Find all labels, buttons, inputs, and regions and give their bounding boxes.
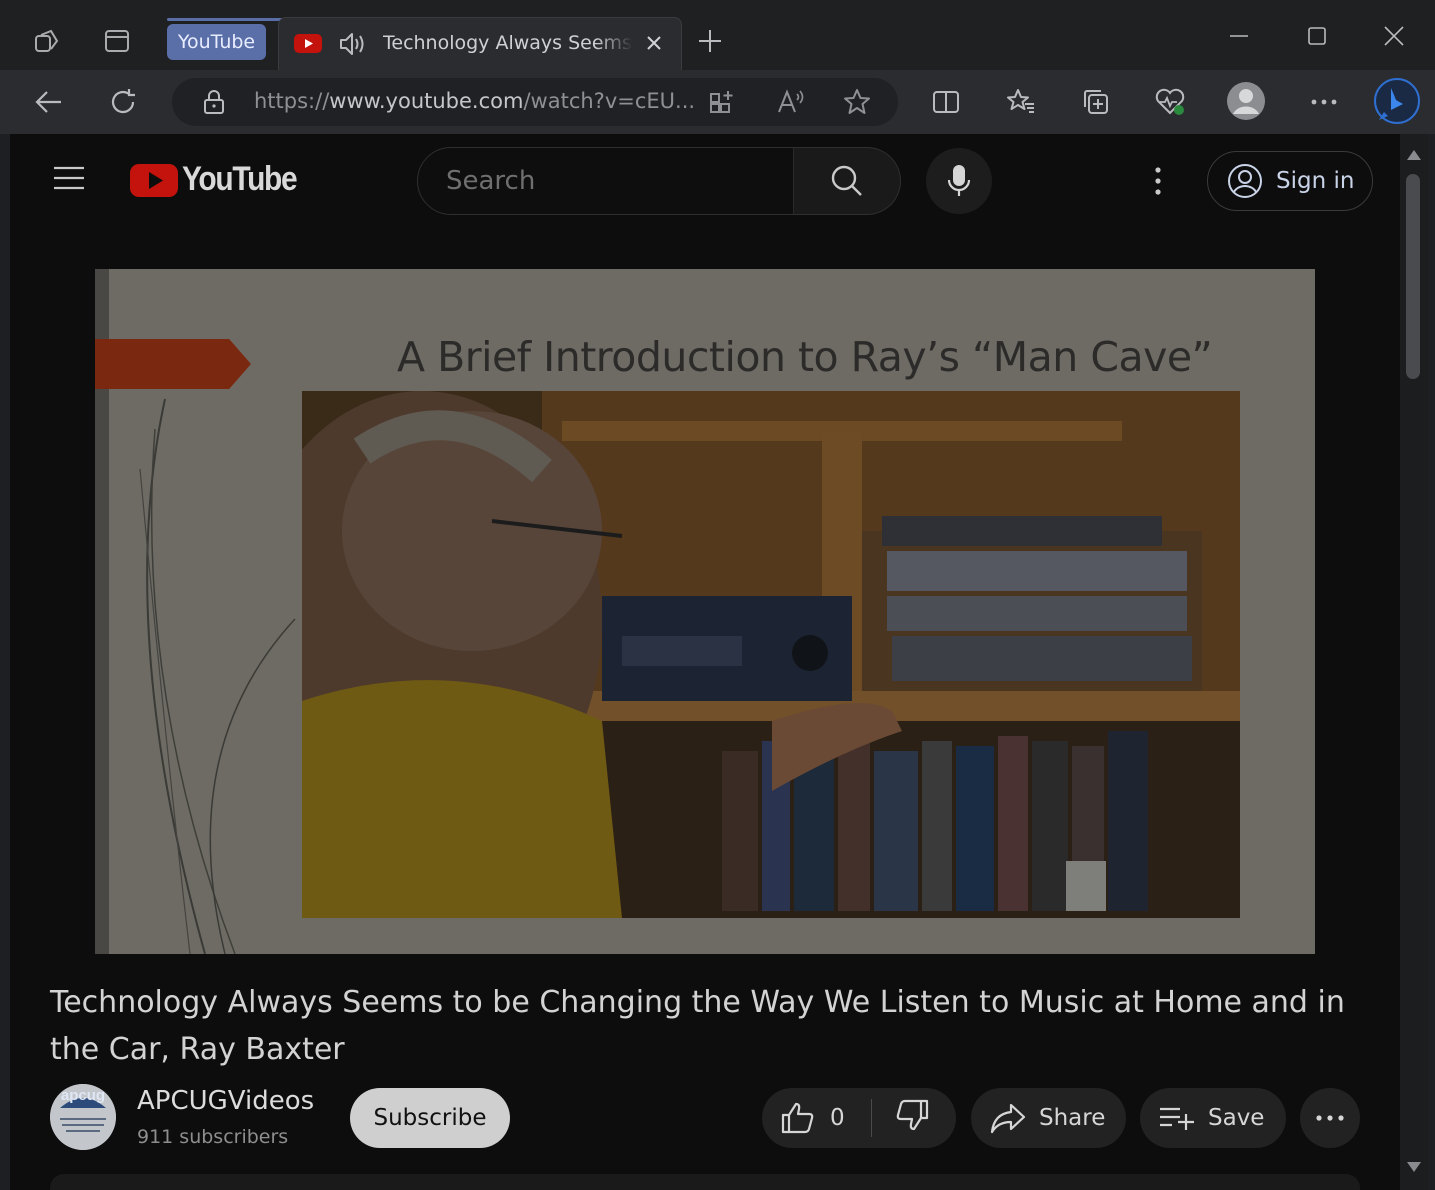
youtube-logo-icon xyxy=(130,163,178,197)
tab-group-label[interactable]: YouTube xyxy=(167,24,266,60)
like-count: 0 xyxy=(830,1105,845,1131)
man-cave-scene xyxy=(302,391,1240,918)
more-options-icon[interactable] xyxy=(1304,82,1344,122)
split-screen-icon[interactable] xyxy=(926,82,966,122)
save-playlist-icon xyxy=(1160,1107,1194,1130)
browser-toolbar: https://www.youtube.com/watch?v=cEU... xyxy=(0,70,1435,134)
url-text[interactable]: https://www.youtube.com/watch?v=cEU... xyxy=(254,89,695,113)
youtube-favicon-icon xyxy=(293,31,323,59)
scroll-down-arrow-icon[interactable] xyxy=(1406,1158,1422,1177)
slide-title: A Brief Introduction to Ray’s “Man Cave” xyxy=(397,333,1213,381)
apps-available-icon[interactable] xyxy=(708,88,736,120)
thumbs-down-icon xyxy=(896,1099,928,1131)
share-icon xyxy=(990,1103,1026,1134)
channel-avatar[interactable]: apcug xyxy=(50,1084,116,1150)
back-icon[interactable] xyxy=(29,82,69,122)
more-horizontal-icon xyxy=(1316,1115,1344,1121)
lock-icon[interactable] xyxy=(202,89,226,119)
account-icon xyxy=(1228,164,1262,198)
collections-icon[interactable] xyxy=(1076,82,1116,122)
settings-kebab-icon[interactable] xyxy=(1148,164,1168,202)
search-input[interactable]: Search xyxy=(417,147,795,215)
address-bar[interactable]: https://www.youtube.com/watch?v=cEU... xyxy=(172,78,898,126)
audio-playing-icon[interactable] xyxy=(337,30,367,62)
refresh-icon[interactable] xyxy=(103,82,143,122)
subscriber-count: 911 subscribers xyxy=(137,1126,289,1148)
active-tab[interactable]: Technology Always Seems to be Changing t… xyxy=(278,17,682,71)
browser-titlebar: YouTube Technology Always Seems to be Ch… xyxy=(0,0,1435,71)
page-scrollbar[interactable] xyxy=(1400,134,1428,1190)
workspaces-icon[interactable] xyxy=(32,26,62,56)
hamburger-menu-icon[interactable] xyxy=(52,164,86,196)
maximize-icon[interactable] xyxy=(1297,20,1337,52)
search-button[interactable] xyxy=(793,147,901,215)
voice-search-button[interactable] xyxy=(926,148,992,214)
description-box-edge[interactable] xyxy=(50,1174,1360,1190)
thumbs-up-icon xyxy=(781,1102,814,1134)
search-placeholder: Search xyxy=(446,166,536,196)
like-button[interactable]: 0 xyxy=(780,1101,845,1135)
more-actions-button[interactable] xyxy=(1300,1088,1360,1148)
like-dislike-group: 0 xyxy=(762,1088,956,1148)
save-label: Save xyxy=(1208,1105,1265,1131)
video-title: Technology Always Seems to be Changing t… xyxy=(50,985,1345,1067)
scrollbar-thumb[interactable] xyxy=(1406,174,1420,379)
favorite-star-icon[interactable] xyxy=(843,88,871,120)
slide-arrow-shape xyxy=(95,339,251,389)
favorites-icon[interactable] xyxy=(1001,82,1041,122)
subscribe-button[interactable]: Subscribe xyxy=(350,1088,510,1148)
like-divider xyxy=(870,1099,872,1137)
close-window-icon[interactable] xyxy=(1374,20,1414,52)
video-player[interactable]: A Brief Introduction to Ray’s “Man Cave” xyxy=(95,269,1315,954)
close-tab-icon[interactable] xyxy=(643,32,665,58)
sign-in-button[interactable]: Sign in xyxy=(1207,151,1373,211)
youtube-page: YouTube Search Sign in A Brief Introduct… xyxy=(10,134,1400,1190)
save-button[interactable]: Save xyxy=(1140,1088,1286,1148)
profile-avatar-icon[interactable] xyxy=(1226,81,1266,121)
new-tab-icon[interactable] xyxy=(695,26,725,56)
read-aloud-icon[interactable] xyxy=(776,88,806,120)
scroll-up-arrow-icon[interactable] xyxy=(1406,146,1422,165)
minimize-icon[interactable] xyxy=(1219,20,1259,52)
dislike-button[interactable] xyxy=(894,1098,930,1138)
search-icon xyxy=(831,165,862,196)
vertical-tabs-icon[interactable] xyxy=(102,26,132,56)
copilot-bing-icon[interactable] xyxy=(1372,76,1422,126)
youtube-logo[interactable]: YouTube xyxy=(130,160,312,199)
share-button[interactable]: Share xyxy=(971,1088,1126,1148)
share-label: Share xyxy=(1039,1105,1106,1131)
channel-name[interactable]: APCUGVideos xyxy=(137,1086,314,1116)
tab-title: Technology Always Seems to be Changing t… xyxy=(383,32,633,54)
microphone-icon xyxy=(947,165,971,196)
video-frame-photo xyxy=(302,391,1240,918)
youtube-logo-text: YouTube xyxy=(182,160,298,198)
channel-avatar-text: apcug xyxy=(60,1087,106,1104)
browser-essentials-icon[interactable] xyxy=(1150,82,1190,122)
sign-in-label: Sign in xyxy=(1276,168,1355,194)
